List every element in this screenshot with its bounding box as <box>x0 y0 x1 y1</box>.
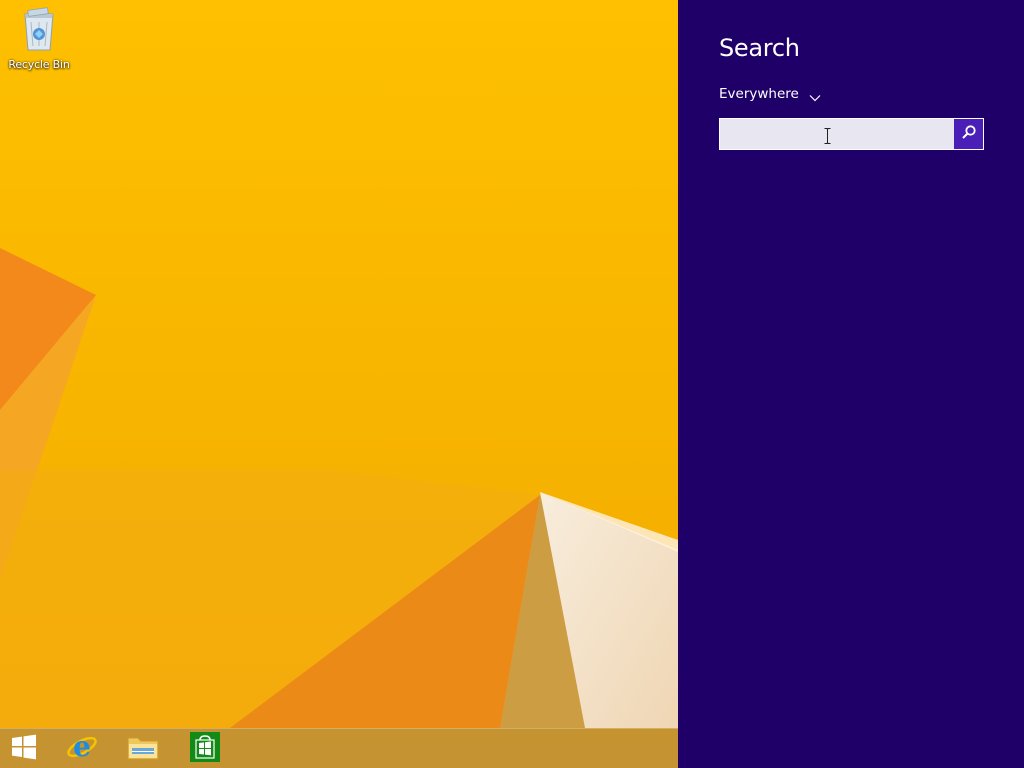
recycle-bin-icon <box>19 6 59 54</box>
search-pane-title: Search <box>719 34 800 62</box>
search-scope-label: Everywhere <box>719 86 799 102</box>
windows-logo-icon <box>11 734 37 764</box>
chevron-down-icon <box>809 90 821 102</box>
search-scope-dropdown[interactable]: Everywhere <box>719 86 821 102</box>
svg-text:e: e <box>73 731 91 763</box>
search-box <box>719 118 984 150</box>
start-button[interactable] <box>0 729 48 768</box>
search-button[interactable] <box>954 119 983 149</box>
search-charm-pane: Search Everywhere <box>678 0 1024 768</box>
recycle-bin-desktop-icon[interactable]: Recycle Bin <box>4 6 74 71</box>
search-icon <box>961 124 977 144</box>
search-input[interactable] <box>720 119 954 149</box>
taskbar: e <box>0 728 678 768</box>
desktop-screen: Recycle Bin e Search Everywhere <box>0 0 1024 768</box>
recycle-bin-label: Recycle Bin <box>8 58 70 71</box>
internet-explorer-taskbar-button[interactable]: e <box>54 729 110 768</box>
desktop-wallpaper <box>0 0 678 768</box>
internet-explorer-icon: e <box>65 730 99 767</box>
file-explorer-taskbar-button[interactable] <box>115 729 171 768</box>
folder-icon <box>126 732 160 766</box>
store-icon <box>190 732 220 766</box>
store-taskbar-button[interactable] <box>177 729 233 768</box>
